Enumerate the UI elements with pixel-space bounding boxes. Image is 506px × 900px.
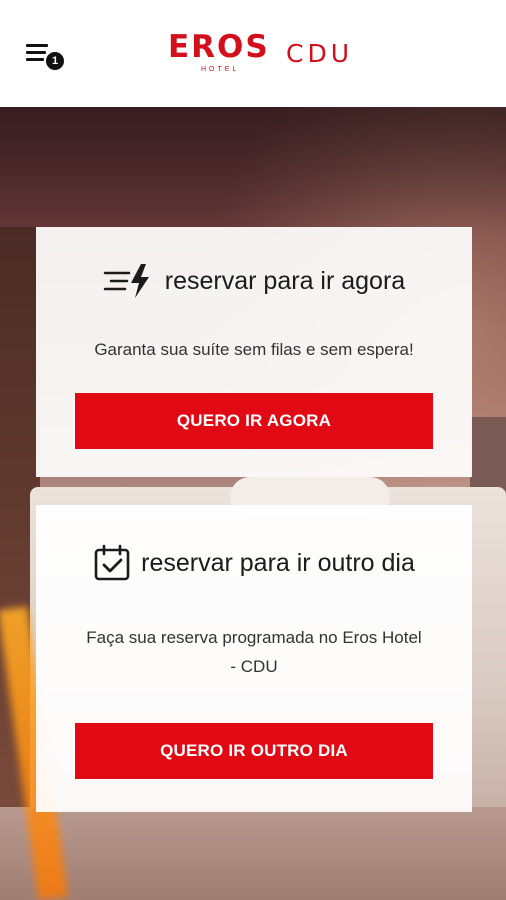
card-title-row: reservar para ir outro dia [36, 541, 472, 585]
notification-badge: 1 [44, 50, 66, 72]
fast-lightning-icon [103, 262, 155, 300]
calendar-check-icon [93, 544, 131, 582]
app-header: 1 EROS HOTEL CDU [0, 0, 506, 107]
menu-icon-line [26, 58, 44, 61]
hero-floor [0, 807, 506, 900]
logo-eros: EROS HOTEL [168, 30, 268, 76]
logo-unit-text: CDU [286, 39, 354, 68]
logo-eros-text: EROS [168, 29, 270, 65]
logo-eros-word: EROS [168, 30, 268, 64]
hero-shade [0, 107, 506, 237]
reserve-other-day-button[interactable]: QUERO IR OUTRO DIA [75, 723, 433, 779]
card-reserve-other-day: reservar para ir outro dia Faça sua rese… [36, 505, 472, 812]
menu-icon [26, 44, 48, 47]
card-reserve-now: reservar para ir agora Garanta sua suíte… [36, 227, 472, 477]
logo-hotel-text: HOTEL [201, 66, 240, 73]
card-description: Garanta sua suíte sem filas e sem espera… [94, 340, 414, 359]
card-description: Faça sua reserva programada no Eros Hote… [86, 628, 422, 676]
menu-button[interactable]: 1 [22, 38, 68, 74]
menu-icon-line [26, 51, 46, 54]
card-title: reservar para ir outro dia [141, 548, 415, 577]
card-title-row: reservar para ir agora [36, 261, 472, 301]
card-title: reservar para ir agora [164, 266, 406, 295]
reserve-now-button[interactable]: QUERO IR AGORA [75, 393, 433, 449]
hotel-logo: EROS HOTEL CDU [168, 30, 353, 78]
